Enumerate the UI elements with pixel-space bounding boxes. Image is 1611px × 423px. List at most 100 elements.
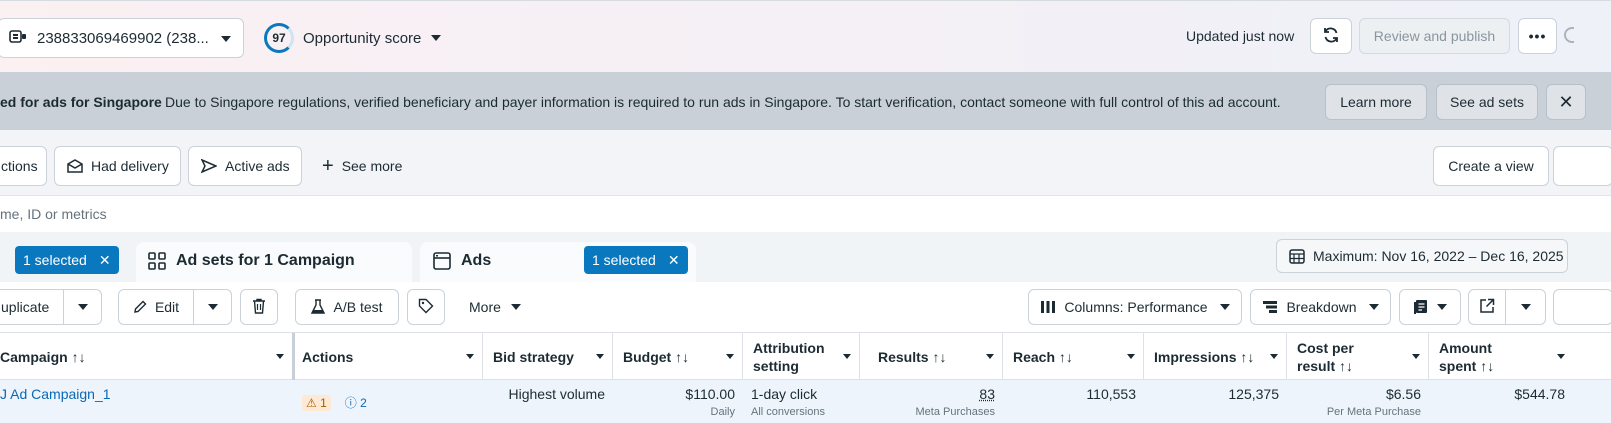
close-icon[interactable]: ✕ [668,252,680,269]
col-header-results[interactable]: Results ↑↓ [860,333,1003,381]
tab-label-text: Ads [461,252,491,270]
date-range-picker[interactable]: Maximum: Nov 16, 2022 – Dec 16, 2025 [1276,239,1568,273]
chevron-down-icon [208,304,218,310]
banner-message: Due to Singapore regulations, verified b… [165,94,1281,110]
close-icon[interactable]: ✕ [1546,84,1586,120]
duplicate-label: uplicate [1,299,49,315]
info-icon[interactable]: ⓘ 2 [345,394,367,411]
campaign-link[interactable]: J Ad Campaign_1 [0,386,111,402]
tag-icon [418,298,434,317]
date-range-label: Maximum: Nov 16, 2022 – Dec 16, 2025 [1313,248,1564,264]
more-actions-button[interactable]: More [469,299,521,315]
chip-label: Had delivery [91,158,169,174]
chevron-down-icon [596,354,604,359]
chevron-down-icon [431,35,441,41]
reports-button[interactable] [1399,289,1461,325]
edit-label: Edit [155,299,179,315]
tab-ad-sets-label[interactable]: Ad sets for 1 Campaign [148,252,355,270]
col-header-bid-strategy[interactable]: Bid strategy [483,333,613,381]
col-header-attribution[interactable]: Attribution setting [743,333,860,381]
pencil-icon [133,300,147,314]
duplicate-dropdown[interactable] [63,289,102,325]
export-dropdown[interactable] [1505,289,1546,325]
filter-chip-actions[interactable]: ctions [0,146,47,186]
account-label: 238833069469902 (238... [37,30,209,47]
export-button[interactable] [1468,289,1506,325]
chevron-down-icon [726,354,734,359]
search-input[interactable] [0,196,900,232]
opportunity-score[interactable]: 97 Opportunity score [264,23,441,53]
col-header-actions[interactable]: Actions [292,333,483,381]
account-selector[interactable]: 238833069469902 (238... [0,18,244,58]
results-sub: Meta Purchases [916,406,995,418]
tab-ads-label[interactable]: Ads [433,252,491,270]
breakdown-icon [1262,300,1278,314]
refresh-button[interactable] [1310,18,1352,54]
partial-icon [1564,27,1574,43]
top-bar: 238833069469902 (238... 97 Opportunity s… [0,0,1611,72]
col-header-budget[interactable]: Budget ↑↓ [613,333,743,381]
see-more-button[interactable]: + See more [322,158,402,174]
edit-button[interactable]: Edit [118,289,194,325]
chip-label: ctions [1,158,38,174]
header-label: Reach ↑↓ [1003,348,1091,366]
breakdown-button[interactable]: Breakdown [1250,289,1391,325]
duplicate-button[interactable]: uplicate [0,289,64,325]
columns-icon [1040,300,1056,314]
bid-strategy-value: Highest volume [509,386,606,402]
plus-icon: + [322,159,334,173]
col-header-campaign[interactable]: Campaign ↑↓ [0,333,295,381]
cost-per-result-sub: Per Meta Purchase [1327,406,1421,418]
col-header-reach[interactable]: Reach ↑↓ [1003,333,1144,381]
breakdown-label: Breakdown [1286,299,1356,315]
chevron-down-icon [1127,354,1135,359]
calendar-icon [1289,248,1305,264]
columns-button[interactable]: Columns: Performance [1028,289,1242,325]
edit-dropdown[interactable] [193,289,232,325]
cell-bid-strategy: Highest volume [483,380,613,423]
ads-selected-badge[interactable]: 1 selected ✕ [584,246,688,274]
score-ring: 97 [264,23,294,53]
see-ad-sets-button[interactable]: See ad sets [1436,84,1538,120]
header-label: Budget ↑↓ [613,348,707,366]
more-options-button[interactable]: ••• [1518,18,1557,54]
ab-test-button[interactable]: A/B test [295,289,399,325]
filter-chip-had-delivery[interactable]: Had delivery [54,146,181,186]
col-header-amount-spent[interactable]: Amount spent ↑↓ [1429,333,1611,381]
delete-button[interactable] [240,289,278,325]
chevron-down-icon [1557,354,1565,359]
report-icon [1413,299,1429,315]
create-view-button[interactable]: Create a view [1433,146,1549,186]
header-label: Actions [292,348,371,366]
cost-per-result-value: $6.56 [1386,386,1421,402]
header-label: Results ↑↓ [860,348,964,366]
warning-icon[interactable]: ⚠ 1 [302,395,331,411]
col-header-cost-per-result[interactable]: Cost per result ↑↓ [1287,333,1429,381]
header-label: Cost per result ↑↓ [1287,339,1407,375]
budget-value: $110.00 [685,386,735,402]
badge-label: 1 selected [592,252,656,268]
results-value[interactable]: 83 [979,386,995,402]
chevron-down-icon [276,354,284,359]
tag-button[interactable] [407,289,445,325]
columns-label: Columns: Performance [1064,299,1207,315]
cell-campaign[interactable]: J Ad Campaign_1 [0,380,292,423]
impressions-value: 125,375 [1228,386,1279,402]
cell-actions[interactable]: ⚠ 1 ⓘ 2 [300,380,483,423]
partial-button[interactable] [1553,146,1611,186]
chevron-down-icon [1369,304,1379,310]
table-row[interactable]: J Ad Campaign_1 ⚠ 1 ⓘ 2 Highest volume $… [0,380,1611,423]
col-header-impressions[interactable]: Impressions ↑↓ [1144,333,1287,381]
campaigns-selected-badge[interactable]: 1 selected ✕ [15,246,119,274]
close-icon[interactable]: ✕ [99,252,111,269]
partial-toolbar-button[interactable] [1553,289,1611,325]
learn-more-button[interactable]: Learn more [1325,84,1427,120]
attribution-value: 1-day click [751,386,817,402]
cell-cost-per-result: $6.56 Per Meta Purchase [1287,380,1429,423]
info-count: 2 [360,396,367,410]
reach-value: 110,553 [1086,386,1136,402]
review-publish-button[interactable]: Review and publish [1359,18,1510,54]
level-tabs: 1 selected ✕ Ad sets for 1 Campaign Ads … [0,232,1611,282]
cell-impressions: 125,375 [1144,380,1287,423]
filter-chip-active-ads[interactable]: Active ads [188,146,302,186]
